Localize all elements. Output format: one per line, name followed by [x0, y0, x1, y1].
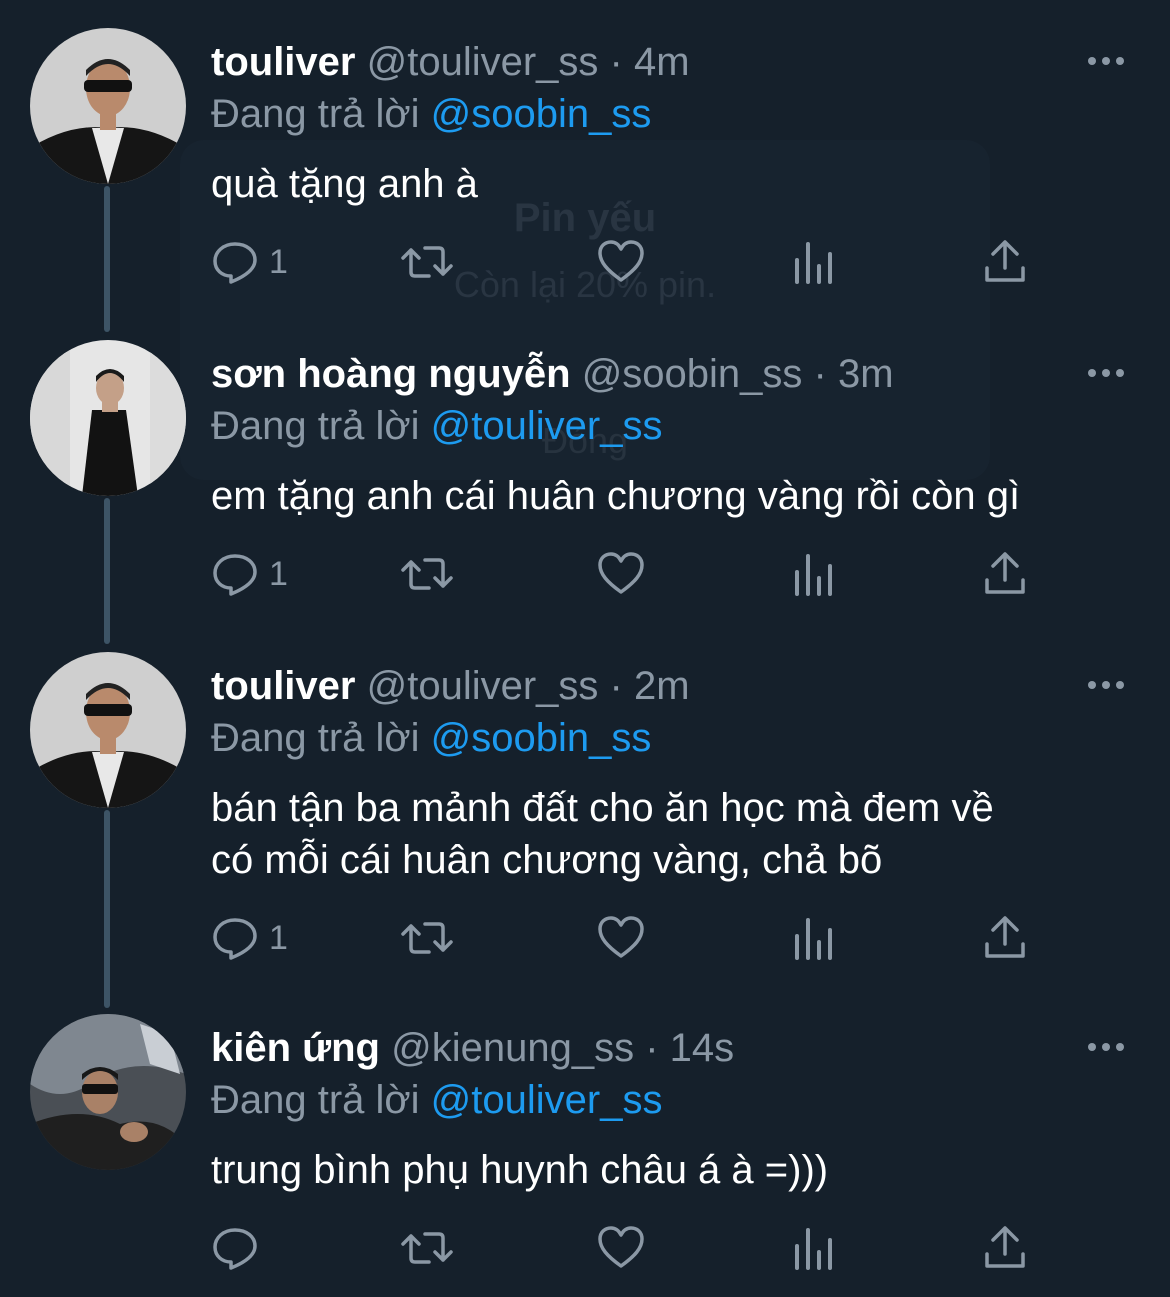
- heart-icon: [598, 240, 644, 282]
- bar-chart-icon: [795, 918, 832, 960]
- mention-link[interactable]: @soobin_ss: [431, 92, 652, 136]
- mention-link[interactable]: @touliver_ss: [431, 404, 663, 448]
- display-name[interactable]: touliver: [211, 664, 355, 708]
- tweet-header: kiên ứng @kienung_ss · 14s: [211, 1024, 734, 1072]
- bar-chart-icon: [795, 1228, 832, 1270]
- tweet[interactable]: kiên ứng @kienung_ss · 14s Đang trả lời …: [0, 1014, 1170, 1297]
- timestamp[interactable]: 3m: [838, 352, 894, 396]
- tweet-header: touliver @touliver_ss · 2m: [211, 662, 690, 710]
- timestamp[interactable]: 2m: [634, 664, 690, 708]
- views-button[interactable]: [791, 1218, 835, 1278]
- replying-to-label: Đang trả lời: [211, 1078, 420, 1122]
- retweet-button[interactable]: [399, 1218, 455, 1278]
- tweet-text: em tặng anh cái huân chương vàng rồi còn…: [211, 474, 1021, 518]
- ellipsis-icon: [1088, 57, 1124, 65]
- tweet-actions: [211, 1218, 1111, 1278]
- ellipsis-icon: [1088, 1043, 1124, 1051]
- retweet-arrows-icon: [401, 1232, 453, 1264]
- share-button[interactable]: [981, 232, 1029, 292]
- handle[interactable]: @soobin_ss: [582, 352, 803, 396]
- separator-dot: ·: [609, 40, 623, 84]
- like-button[interactable]: [597, 544, 645, 604]
- like-button[interactable]: [597, 908, 645, 968]
- mention-link[interactable]: @soobin_ss: [431, 716, 652, 760]
- reply-button[interactable]: 1: [211, 908, 288, 968]
- speech-bubble-icon: [213, 242, 257, 284]
- tweet-text: quà tặng anh à: [211, 162, 478, 206]
- bar-chart-icon: [795, 242, 832, 284]
- bar-chart-icon: [795, 554, 832, 596]
- timestamp[interactable]: 14s: [670, 1026, 735, 1070]
- display-name[interactable]: sơn hoàng nguyễn: [211, 352, 571, 396]
- speech-bubble-icon: [213, 554, 257, 596]
- replying-to-label: Đang trả lời: [211, 716, 420, 760]
- share-upload-icon: [985, 552, 1025, 594]
- tweet[interactable]: touliver @touliver_ss · 4m Đang trả lời …: [0, 28, 1170, 298]
- retweet-arrows-icon: [401, 558, 453, 590]
- replying-to: Đang trả lời @touliver_ss: [211, 402, 662, 450]
- ellipsis-icon: [1088, 681, 1124, 689]
- replying-to: Đang trả lời @soobin_ss: [211, 714, 651, 762]
- replying-to-label: Đang trả lời: [211, 92, 420, 136]
- share-upload-icon: [985, 1226, 1025, 1268]
- views-button[interactable]: [791, 908, 835, 968]
- reply-button[interactable]: 1: [211, 544, 288, 604]
- share-button[interactable]: [981, 1218, 1029, 1278]
- share-button[interactable]: [981, 544, 1029, 604]
- reply-count: 1: [269, 918, 288, 957]
- more-options-button[interactable]: [1086, 46, 1126, 76]
- tweet-text: trung bình phụ huynh châu á à =))): [211, 1148, 829, 1192]
- reply-count: 1: [269, 242, 288, 281]
- share-upload-icon: [985, 916, 1025, 958]
- avatar[interactable]: [30, 340, 186, 496]
- avatar[interactable]: [30, 28, 186, 184]
- heart-icon: [598, 1226, 644, 1268]
- tweet-header: touliver @touliver_ss · 4m: [211, 38, 690, 86]
- retweet-button[interactable]: [399, 232, 455, 292]
- ellipsis-icon: [1088, 369, 1124, 377]
- avatar[interactable]: [30, 652, 186, 808]
- reply-count: 1: [269, 554, 288, 593]
- display-name[interactable]: touliver: [211, 40, 355, 84]
- like-button[interactable]: [597, 1218, 645, 1278]
- reply-button[interactable]: 1: [211, 232, 288, 292]
- handle[interactable]: @touliver_ss: [367, 664, 599, 708]
- share-button[interactable]: [981, 908, 1029, 968]
- views-button[interactable]: [791, 232, 835, 292]
- replying-to: Đang trả lời @soobin_ss: [211, 90, 651, 138]
- reply-button[interactable]: [211, 1218, 269, 1278]
- more-options-button[interactable]: [1086, 358, 1126, 388]
- speech-bubble-icon: [213, 918, 257, 960]
- tweet-text: bán tận ba mảnh đất cho ăn học mà đem về…: [211, 786, 994, 882]
- tweet-actions: 1: [211, 908, 1111, 968]
- tweet[interactable]: touliver @touliver_ss · 2m Đang trả lời …: [0, 652, 1170, 982]
- tweet-actions: 1: [211, 544, 1111, 604]
- heart-icon: [598, 552, 644, 594]
- views-button[interactable]: [791, 544, 835, 604]
- separator-dot: ·: [813, 352, 827, 396]
- retweet-arrows-icon: [401, 922, 453, 954]
- retweet-button[interactable]: [399, 908, 455, 968]
- separator-dot: ·: [645, 1026, 659, 1070]
- heart-icon: [598, 916, 644, 958]
- more-options-button[interactable]: [1086, 670, 1126, 700]
- like-button[interactable]: [597, 232, 645, 292]
- tweet-actions: 1: [211, 232, 1111, 292]
- handle[interactable]: @kienung_ss: [391, 1026, 634, 1070]
- more-options-button[interactable]: [1086, 1032, 1126, 1062]
- share-upload-icon: [985, 240, 1025, 282]
- timestamp[interactable]: 4m: [634, 40, 690, 84]
- replying-to-label: Đang trả lời: [211, 404, 420, 448]
- retweet-button[interactable]: [399, 544, 455, 604]
- tweet[interactable]: sơn hoàng nguyễn @soobin_ss · 3m Đang tr…: [0, 340, 1170, 610]
- mention-link[interactable]: @touliver_ss: [431, 1078, 663, 1122]
- separator-dot: ·: [609, 664, 623, 708]
- retweet-arrows-icon: [401, 246, 453, 278]
- handle[interactable]: @touliver_ss: [367, 40, 599, 84]
- tweet-header: sơn hoàng nguyễn @soobin_ss · 3m: [211, 350, 894, 398]
- speech-bubble-icon: [213, 1228, 257, 1270]
- replying-to: Đang trả lời @touliver_ss: [211, 1076, 662, 1124]
- avatar[interactable]: [30, 1014, 186, 1170]
- display-name[interactable]: kiên ứng: [211, 1026, 380, 1070]
